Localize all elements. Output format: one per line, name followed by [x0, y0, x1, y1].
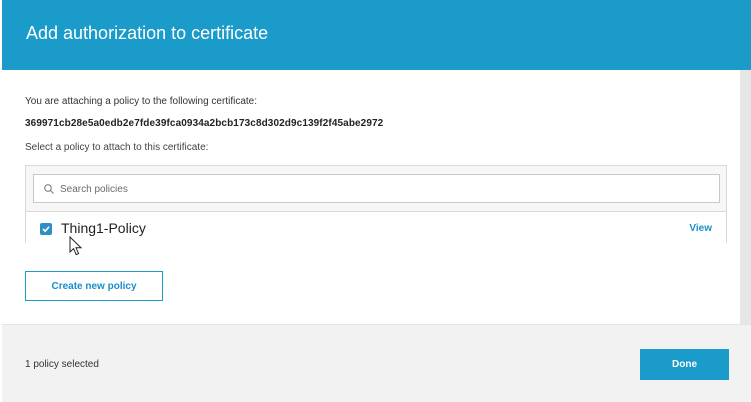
certificate-id: 369971cb28e5a0edb2e7fde39fca0934a2bcb173… [25, 118, 384, 129]
modal-title: Add authorization to certificate [26, 23, 269, 43]
search-icon [44, 184, 54, 194]
create-new-policy-button[interactable]: Create new policy [25, 271, 163, 301]
policy-row[interactable]: Thing1-Policy View [26, 211, 726, 243]
policy-checkbox[interactable] [40, 223, 52, 235]
search-input[interactable] [60, 179, 700, 199]
policy-name: Thing1-Policy [61, 220, 146, 236]
search-box[interactable] [33, 174, 720, 203]
checkmark-icon [42, 226, 50, 233]
modal-header: Add authorization to certificate [2, 0, 751, 70]
view-policy-link[interactable]: View [689, 223, 712, 234]
policy-panel: Thing1-Policy View [25, 165, 727, 243]
intro-text: You are attaching a policy to the follow… [25, 96, 257, 107]
select-policy-label: Select a policy to attach to this certif… [25, 142, 209, 153]
scroll-edge [740, 70, 751, 324]
done-button[interactable]: Done [640, 349, 729, 380]
modal-footer: 1 policy selected Done [2, 324, 751, 402]
selected-count: 1 policy selected [25, 359, 99, 370]
mouse-cursor-icon [69, 236, 83, 256]
